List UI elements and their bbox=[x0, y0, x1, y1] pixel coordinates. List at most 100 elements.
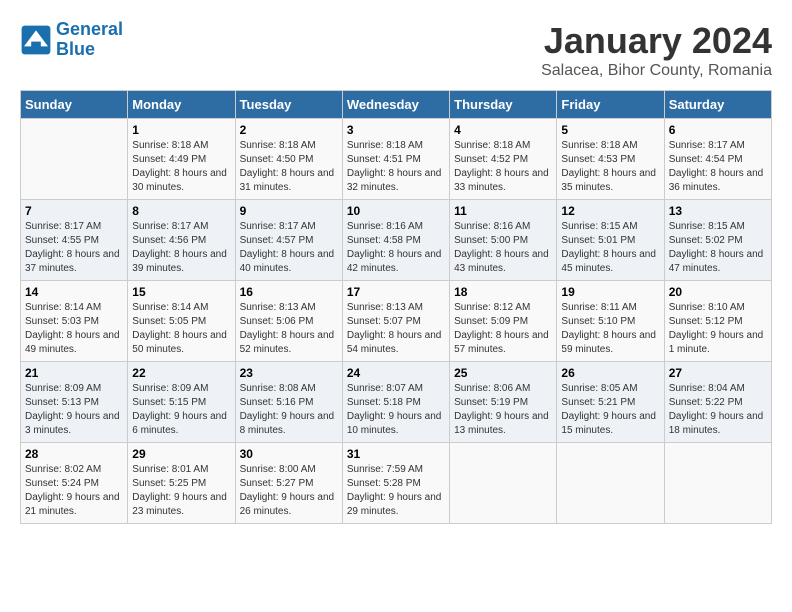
day-info: Sunrise: 8:06 AMSunset: 5:19 PMDaylight:… bbox=[454, 382, 552, 438]
calendar-cell: 21 Sunrise: 8:09 AMSunset: 5:13 PMDayligh… bbox=[21, 362, 128, 443]
day-info: Sunrise: 8:18 AMSunset: 4:52 PMDaylight:… bbox=[454, 139, 552, 195]
calendar-cell: 2Sunrise: 8:18 AMSunset: 4:50 PMDaylight… bbox=[235, 119, 342, 200]
day-number: 11 bbox=[454, 204, 552, 218]
calendar-cell: 9 Sunrise: 8:17 AMSunset: 4:57 PMDaylight… bbox=[235, 200, 342, 281]
day-number: 12 bbox=[561, 204, 659, 218]
weekday-header-cell: Monday bbox=[128, 91, 235, 119]
day-info: Sunrise: 8:15 AMSunset: 5:01 PMDaylight:… bbox=[561, 220, 659, 276]
day-info: Sunrise: 8:17 AMSunset: 4:54 PMDaylight:… bbox=[669, 139, 767, 195]
calendar-cell: 5 Sunrise: 8:18 AMSunset: 4:53 PMDaylight… bbox=[557, 119, 664, 200]
calendar-cell: 20Sunrise: 8:10 AMSunset: 5:12 PMDayligh… bbox=[664, 281, 771, 362]
calendar-cell: 11 Sunrise: 8:16 AMSunset: 5:00 PMDayligh… bbox=[450, 200, 557, 281]
day-info: Sunrise: 8:05 AMSunset: 5:21 PMDaylight:… bbox=[561, 382, 659, 438]
day-number: 24 bbox=[347, 366, 445, 380]
day-info: Sunrise: 8:12 AMSunset: 5:09 PMDaylight:… bbox=[454, 301, 552, 357]
day-number: 28 bbox=[25, 447, 123, 461]
calendar-cell bbox=[450, 443, 557, 524]
day-number: 20 bbox=[669, 285, 767, 299]
logo: General Blue bbox=[20, 20, 123, 60]
calendar-cell: 4 Sunrise: 8:18 AMSunset: 4:52 PMDaylight… bbox=[450, 119, 557, 200]
day-number: 7 bbox=[25, 204, 123, 218]
day-info: Sunrise: 8:09 AMSunset: 5:15 PMDaylight:… bbox=[132, 382, 230, 438]
day-info: Sunrise: 8:15 AMSunset: 5:02 PMDaylight:… bbox=[669, 220, 767, 276]
weekday-header-row: SundayMondayTuesdayWednesdayThursdayFrid… bbox=[21, 91, 772, 119]
day-info: Sunrise: 8:04 AMSunset: 5:22 PMDaylight:… bbox=[669, 382, 767, 438]
calendar-title: January 2024 bbox=[541, 20, 772, 62]
calendar-cell: 27 Sunrise: 8:04 AMSunset: 5:22 PMDayligh… bbox=[664, 362, 771, 443]
calendar-cell: 22 Sunrise: 8:09 AMSunset: 5:15 PMDayligh… bbox=[128, 362, 235, 443]
calendar-cell: 16 Sunrise: 8:13 AMSunset: 5:06 PMDayligh… bbox=[235, 281, 342, 362]
day-info: Sunrise: 8:18 AMSunset: 4:51 PMDaylight:… bbox=[347, 139, 445, 195]
day-info: Sunrise: 8:17 AMSunset: 4:57 PMDaylight:… bbox=[240, 220, 338, 276]
day-info: Sunrise: 7:59 AMSunset: 5:28 PMDaylight:… bbox=[347, 463, 445, 519]
weekday-header-cell: Wednesday bbox=[342, 91, 449, 119]
calendar-cell: 13 Sunrise: 8:15 AMSunset: 5:02 PMDayligh… bbox=[664, 200, 771, 281]
day-number: 21 bbox=[25, 366, 123, 380]
logo-blue: Blue bbox=[56, 39, 95, 59]
title-section: January 2024 Salacea, Bihor County, Roma… bbox=[541, 20, 772, 80]
calendar-cell bbox=[557, 443, 664, 524]
page-header: General Blue January 2024 Salacea, Bihor… bbox=[20, 20, 772, 80]
weekday-header-cell: Saturday bbox=[664, 91, 771, 119]
day-number: 14 bbox=[25, 285, 123, 299]
calendar-week-row: 21 Sunrise: 8:09 AMSunset: 5:13 PMDayligh… bbox=[21, 362, 772, 443]
day-info: Sunrise: 8:07 AMSunset: 5:18 PMDaylight:… bbox=[347, 382, 445, 438]
day-number: 6 bbox=[669, 123, 767, 137]
calendar-week-row: 1Sunrise: 8:18 AMSunset: 4:49 PMDaylight… bbox=[21, 119, 772, 200]
day-info: Sunrise: 8:09 AMSunset: 5:13 PMDaylight:… bbox=[25, 382, 123, 438]
day-number: 31 bbox=[347, 447, 445, 461]
calendar-cell: 7 Sunrise: 8:17 AMSunset: 4:55 PMDaylight… bbox=[21, 200, 128, 281]
day-number: 13 bbox=[669, 204, 767, 218]
day-number: 16 bbox=[240, 285, 338, 299]
weekday-header-cell: Sunday bbox=[21, 91, 128, 119]
calendar-cell: 3Sunrise: 8:18 AMSunset: 4:51 PMDaylight… bbox=[342, 119, 449, 200]
calendar-cell: 6 Sunrise: 8:17 AMSunset: 4:54 PMDaylight… bbox=[664, 119, 771, 200]
day-number: 23 bbox=[240, 366, 338, 380]
day-info: Sunrise: 8:16 AMSunset: 5:00 PMDaylight:… bbox=[454, 220, 552, 276]
day-info: Sunrise: 8:14 AMSunset: 5:05 PMDaylight:… bbox=[132, 301, 230, 357]
day-info: Sunrise: 8:17 AMSunset: 4:55 PMDaylight:… bbox=[25, 220, 123, 276]
day-number: 29 bbox=[132, 447, 230, 461]
calendar-cell: 23Sunrise: 8:08 AMSunset: 5:16 PMDayligh… bbox=[235, 362, 342, 443]
day-number: 27 bbox=[669, 366, 767, 380]
calendar-body: 1Sunrise: 8:18 AMSunset: 4:49 PMDaylight… bbox=[21, 119, 772, 524]
logo-icon bbox=[20, 24, 52, 56]
day-info: Sunrise: 8:13 AMSunset: 5:06 PMDaylight:… bbox=[240, 301, 338, 357]
calendar-cell: 14 Sunrise: 8:14 AMSunset: 5:03 PMDayligh… bbox=[21, 281, 128, 362]
day-info: Sunrise: 8:14 AMSunset: 5:03 PMDaylight:… bbox=[25, 301, 123, 357]
day-number: 22 bbox=[132, 366, 230, 380]
day-info: Sunrise: 8:00 AMSunset: 5:27 PMDaylight:… bbox=[240, 463, 338, 519]
day-info: Sunrise: 8:18 AMSunset: 4:50 PMDaylight:… bbox=[240, 139, 338, 195]
calendar-cell: 10Sunrise: 8:16 AMSunset: 4:58 PMDayligh… bbox=[342, 200, 449, 281]
day-info: Sunrise: 8:18 AMSunset: 4:49 PMDaylight:… bbox=[132, 139, 230, 195]
calendar-cell: 24 Sunrise: 8:07 AMSunset: 5:18 PMDayligh… bbox=[342, 362, 449, 443]
day-info: Sunrise: 8:17 AMSunset: 4:56 PMDaylight:… bbox=[132, 220, 230, 276]
day-number: 4 bbox=[454, 123, 552, 137]
calendar-cell: 15Sunrise: 8:14 AMSunset: 5:05 PMDayligh… bbox=[128, 281, 235, 362]
calendar-cell: 31 Sunrise: 7:59 AMSunset: 5:28 PMDayligh… bbox=[342, 443, 449, 524]
logo-text: General Blue bbox=[56, 20, 123, 60]
day-number: 26 bbox=[561, 366, 659, 380]
day-info: Sunrise: 8:16 AMSunset: 4:58 PMDaylight:… bbox=[347, 220, 445, 276]
day-number: 30 bbox=[240, 447, 338, 461]
calendar-cell: 28Sunrise: 8:02 AMSunset: 5:24 PMDayligh… bbox=[21, 443, 128, 524]
calendar-week-row: 28Sunrise: 8:02 AMSunset: 5:24 PMDayligh… bbox=[21, 443, 772, 524]
day-info: Sunrise: 8:13 AMSunset: 5:07 PMDaylight:… bbox=[347, 301, 445, 357]
calendar-cell: 8 Sunrise: 8:17 AMSunset: 4:56 PMDaylight… bbox=[128, 200, 235, 281]
calendar-table: SundayMondayTuesdayWednesdayThursdayFrid… bbox=[20, 90, 772, 524]
calendar-cell: 12 Sunrise: 8:15 AMSunset: 5:01 PMDayligh… bbox=[557, 200, 664, 281]
calendar-cell: 30 Sunrise: 8:00 AMSunset: 5:27 PMDayligh… bbox=[235, 443, 342, 524]
day-number: 25 bbox=[454, 366, 552, 380]
calendar-cell: 29Sunrise: 8:01 AMSunset: 5:25 PMDayligh… bbox=[128, 443, 235, 524]
day-number: 18 bbox=[454, 285, 552, 299]
calendar-cell bbox=[21, 119, 128, 200]
day-number: 5 bbox=[561, 123, 659, 137]
calendar-cell: 19Sunrise: 8:11 AMSunset: 5:10 PMDayligh… bbox=[557, 281, 664, 362]
calendar-week-row: 14 Sunrise: 8:14 AMSunset: 5:03 PMDayligh… bbox=[21, 281, 772, 362]
calendar-cell: 26 Sunrise: 8:05 AMSunset: 5:21 PMDayligh… bbox=[557, 362, 664, 443]
day-number: 9 bbox=[240, 204, 338, 218]
day-number: 8 bbox=[132, 204, 230, 218]
day-info: Sunrise: 8:18 AMSunset: 4:53 PMDaylight:… bbox=[561, 139, 659, 195]
calendar-cell: 1Sunrise: 8:18 AMSunset: 4:49 PMDaylight… bbox=[128, 119, 235, 200]
calendar-cell: 25 Sunrise: 8:06 AMSunset: 5:19 PMDayligh… bbox=[450, 362, 557, 443]
